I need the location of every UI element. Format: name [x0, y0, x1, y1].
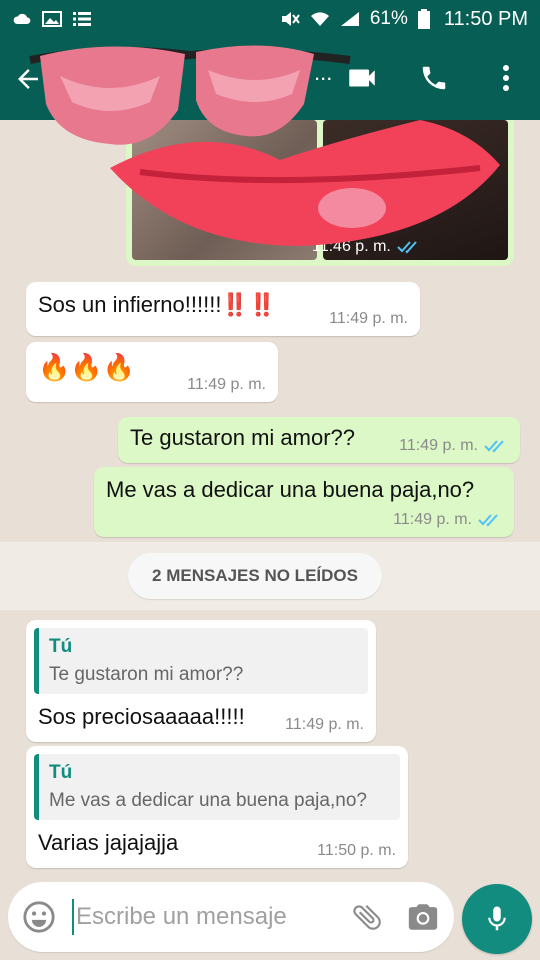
quote-author: Tú [49, 762, 73, 783]
overflow-menu-button[interactable] [486, 58, 526, 98]
cloud-icon [13, 13, 31, 24]
outgoing-message[interactable]: Me vas a dedicar una buena paja,no? 11:4… [94, 467, 514, 537]
message-time: 11:49 p. m. [399, 437, 508, 455]
message-text: 🔥🔥🔥 [38, 352, 136, 382]
mute-icon [281, 12, 300, 26]
quote-text: Me vas a dedicar una buena paja,no? [49, 790, 367, 811]
message-time: 11:46 p. m. [312, 238, 421, 256]
text-cursor [72, 899, 74, 935]
message-text: Sos un infierno!!!!!!‼️‼️ [38, 292, 277, 317]
read-ticks-icon [478, 514, 498, 527]
message-time: 11:50 p. m. [317, 842, 396, 859]
image-message[interactable]: 11:46 p. m. [126, 120, 514, 266]
wifi-icon [310, 12, 329, 26]
voice-message-button[interactable] [462, 884, 532, 954]
quoted-message[interactable]: Tú Me vas a dedicar una buena paja,no? [34, 754, 400, 820]
emoji-icon[interactable] [22, 900, 56, 934]
message-time: 11:49 p. m. [285, 716, 364, 733]
read-ticks-icon [484, 440, 504, 453]
signal-icon [340, 12, 359, 26]
status-left [12, 11, 92, 27]
photo-thumbnail[interactable] [132, 120, 317, 260]
list-icon [73, 12, 91, 26]
message-time: 11:49 p. m. [329, 310, 408, 327]
incoming-message[interactable]: Tú Te gustaron mi amor?? Sos preciosaaaa… [26, 620, 376, 742]
unread-badge: 2 MENSAJES NO LEÍDOS [128, 553, 382, 599]
incoming-message[interactable]: Tú Me vas a dedicar una buena paja,no? V… [26, 746, 408, 868]
battery-icon [417, 9, 430, 29]
clock: 11:50 PM [443, 7, 528, 30]
image-icon [42, 11, 62, 27]
message-input-box[interactable]: Escribe un mensaje [8, 882, 454, 952]
phone-icon [422, 66, 446, 90]
status-right: 61% 11:50 PM [280, 8, 528, 31]
message-time: 11:49 p. m. [187, 376, 266, 393]
message-input[interactable]: Escribe un mensaje [76, 903, 350, 931]
incoming-message[interactable]: 🔥🔥🔥 11:49 p. m. [26, 342, 278, 402]
read-ticks-icon [397, 241, 417, 254]
message-time-text: 11:46 p. m. [312, 238, 391, 255]
video-camera-icon [349, 69, 375, 87]
quoted-message[interactable]: Tú Te gustaron mi amor?? [34, 628, 368, 694]
message-text: Sos preciosaaaaa!!!!! [38, 704, 245, 729]
message-time: 11:49 p. m. [393, 511, 502, 529]
microphone-icon [488, 906, 506, 931]
paperclip-icon[interactable] [350, 900, 384, 934]
arrow-left-icon [18, 69, 38, 89]
message-text: Varias jajajajja [38, 830, 179, 855]
header-actions [342, 58, 526, 98]
message-time-text: 11:49 p. m. [399, 437, 478, 454]
message-text: Te gustaron mi amor?? [130, 425, 355, 450]
more-vertical-icon [503, 65, 509, 91]
contact-name[interactable]: ... [314, 60, 332, 86]
message-text: Me vas a dedicar una buena paja,no? [106, 477, 475, 502]
camera-icon[interactable] [406, 900, 440, 934]
voice-call-button[interactable] [414, 58, 454, 98]
status-bar: 61% 11:50 PM [0, 0, 540, 38]
video-call-button[interactable] [342, 58, 382, 98]
back-button[interactable] [10, 61, 46, 97]
outgoing-message[interactable]: Te gustaron mi amor?? 11:49 p. m. [118, 417, 520, 463]
composer: Escribe un mensaje [0, 872, 540, 960]
battery-level: 61% [369, 8, 408, 29]
message-time-text: 11:49 p. m. [393, 511, 472, 528]
incoming-message[interactable]: Sos un infierno!!!!!!‼️‼️ 11:49 p. m. [26, 282, 420, 336]
quote-text: Te gustaron mi amor?? [49, 664, 244, 685]
conversation[interactable]: 11:46 p. m. Sos un infierno!!!!!!‼️‼️ 11… [0, 120, 540, 872]
chat-header: ... [0, 38, 540, 120]
quote-author: Tú [49, 636, 73, 657]
